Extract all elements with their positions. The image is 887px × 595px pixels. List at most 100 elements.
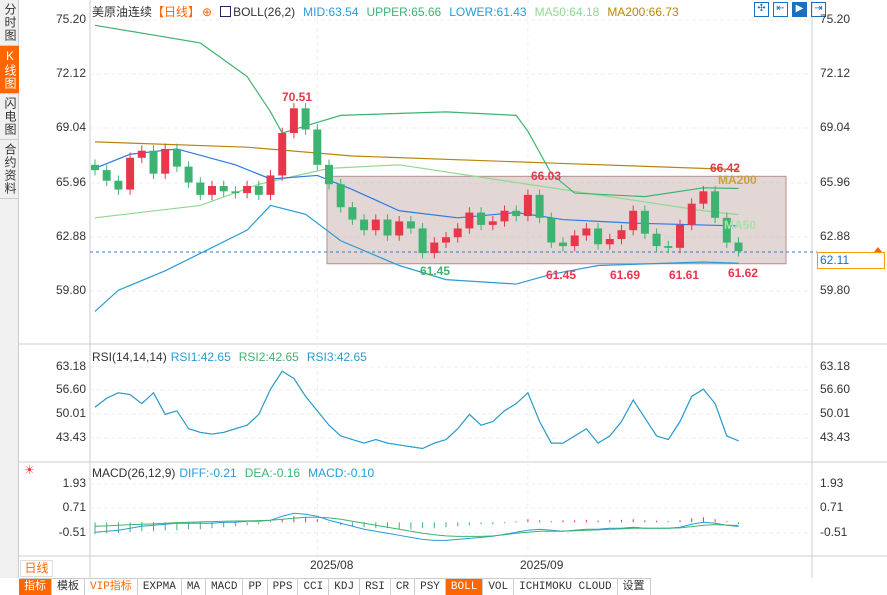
price-axis-left-label: 65.96 <box>55 175 86 189</box>
indicator-tab[interactable]: VOL <box>483 579 515 595</box>
price-annotation-high2: 66.03 <box>531 169 562 183</box>
rsi-axis-right-label: 50.01 <box>820 406 851 420</box>
boll-label[interactable]: BOLL(26,2) <box>233 5 295 19</box>
candle-body <box>711 191 720 218</box>
price-annotation-low3: 61.69 <box>610 268 641 282</box>
macd-axis-left-label: 0.71 <box>62 500 86 514</box>
indicator-tab[interactable]: VIP指标 <box>85 579 138 595</box>
rsi-axis-left-label: 50.01 <box>55 406 86 420</box>
macd-axis-right-label: -0.51 <box>820 525 848 539</box>
indicator-tab-bar: 指标 模板 VIP指标 EXPMA MA MACD PP PPS CCI KDJ RSI CR PSY B… <box>19 578 651 595</box>
candle-body <box>172 148 181 167</box>
rsi1-value: RSI1:42.65 <box>170 350 231 364</box>
indicator-tab[interactable]: MA <box>182 579 207 595</box>
indicator-tab[interactable]: PSY <box>415 579 446 595</box>
rsi-axis-left-label: 63.18 <box>55 359 86 373</box>
macd-legend: MACD(26,12,9) DIFF:-0.21 DEA:-0.16 MACD:-0.… <box>92 466 382 480</box>
main-chart-legend: 美原油连续【日线】 ⊕ BOLL(26,2) MID:63.54 UPPER:65.66… <box>92 3 687 20</box>
candle-body <box>477 212 486 225</box>
macd-axis-left-label: -0.51 <box>58 525 86 539</box>
price-annotation-high1: 70.51 <box>282 90 313 104</box>
ma200-line <box>94 141 739 171</box>
macd-axis-right-label: 0.71 <box>820 500 844 514</box>
price-annotation-ma200-label: MA200 <box>718 173 757 187</box>
candle-body <box>184 166 193 183</box>
zoom-fit-icon[interactable]: ⇤ <box>773 2 788 17</box>
indicator-tab[interactable]: 模板 <box>52 579 85 595</box>
rsi2-line <box>94 370 739 450</box>
candle-body <box>243 186 252 194</box>
add-indicator-icon[interactable]: ⊕ <box>202 5 212 19</box>
rsi3-value: RSI3:42.65 <box>306 350 367 364</box>
boll-chart-icon[interactable] <box>220 6 232 17</box>
indicator-tab[interactable]: EXPMA <box>138 579 182 595</box>
candle-body <box>360 219 369 231</box>
indicator-tab[interactable]: 指标 <box>19 579 52 595</box>
price-axis-right-label: 62.88 <box>820 229 851 243</box>
rsi1-line <box>94 370 739 450</box>
candle-body <box>208 186 216 195</box>
indicator-tab[interactable]: PPS <box>268 579 299 595</box>
chart-canvas[interactable] <box>0 0 887 578</box>
candle-body <box>102 170 111 181</box>
candle-body <box>512 210 521 217</box>
instrument-name: 美原油连续 <box>92 5 153 19</box>
price-annotation-low1: 61.45 <box>420 264 451 278</box>
price-annotation-low2: 61.45 <box>546 268 577 282</box>
candle-body <box>219 186 228 192</box>
candle-body <box>699 191 708 204</box>
price-axis-left-label: 59.80 <box>55 283 86 297</box>
candle-body <box>465 212 474 229</box>
date-label: 2025/09 <box>520 558 564 572</box>
indicator-tab[interactable]: CR <box>391 579 416 595</box>
indicator-tab[interactable]: 设置 <box>618 579 651 595</box>
candle-body <box>640 210 649 234</box>
indicator-tab[interactable]: ICHIMOKU CLOUD <box>514 579 618 595</box>
candle-body <box>336 184 345 208</box>
macd-axis-right-label: 1.93 <box>820 476 844 490</box>
price-axis-right-label: 72.12 <box>820 66 851 80</box>
price-annotation-low5: 61.62 <box>728 266 759 280</box>
indicator-tab[interactable]: PP <box>243 579 268 595</box>
candle-body <box>605 239 614 245</box>
macd-value: MACD:-0.10 <box>308 466 375 480</box>
candle-body <box>629 210 638 231</box>
macd-title[interactable]: MACD(26,12,9) <box>92 466 175 480</box>
candle-body <box>231 191 240 194</box>
indicator-tab[interactable]: RSI <box>360 579 391 595</box>
indicator-tab[interactable]: BOLL <box>445 579 484 595</box>
crosshair-icon[interactable]: ✣ <box>754 2 769 17</box>
indicator-tab[interactable]: MACD <box>206 579 244 595</box>
consolidation-range-box <box>326 175 787 265</box>
macd-axis-left-label: 1.93 <box>62 476 86 490</box>
candle-body <box>383 219 392 236</box>
candle-body <box>559 242 567 247</box>
candle-body <box>442 237 450 243</box>
scroll-right-icon[interactable]: ▶ <box>792 2 807 17</box>
boll-lower: LOWER:61.43 <box>449 5 527 19</box>
period-selector[interactable]: 日线▲ <box>20 560 53 590</box>
rsi-legend: RSI(14,14,14) RSI1:42.65 RSI2:42.65 RSI3:42… <box>92 350 375 364</box>
rsi3-line <box>94 370 739 450</box>
candle-body <box>500 210 509 222</box>
candle-body <box>652 233 661 247</box>
indicator-tab[interactable]: KDJ <box>329 579 361 595</box>
candle-body <box>149 150 158 174</box>
price-axis-right-label: 59.80 <box>820 283 851 297</box>
rsi2-value: RSI2:42.65 <box>238 350 299 364</box>
ma200-value: MA200:66.73 <box>607 5 679 19</box>
candle-body <box>418 228 427 254</box>
rsi-title[interactable]: RSI(14,14,14) <box>92 350 167 364</box>
candle-body <box>617 230 626 240</box>
settings-sun-icon[interactable]: ☀ <box>24 463 35 477</box>
candle-body <box>430 242 439 254</box>
candle-body <box>594 228 603 245</box>
candle-body <box>161 148 170 174</box>
rsi-axis-right-label: 63.18 <box>820 359 851 373</box>
candle-body <box>196 182 205 195</box>
indicator-tab[interactable]: CCI <box>298 579 330 595</box>
candle-body <box>371 219 380 231</box>
rsi-axis-right-label: 43.43 <box>820 430 851 444</box>
candle-body <box>406 221 415 229</box>
candle-body <box>114 180 123 190</box>
